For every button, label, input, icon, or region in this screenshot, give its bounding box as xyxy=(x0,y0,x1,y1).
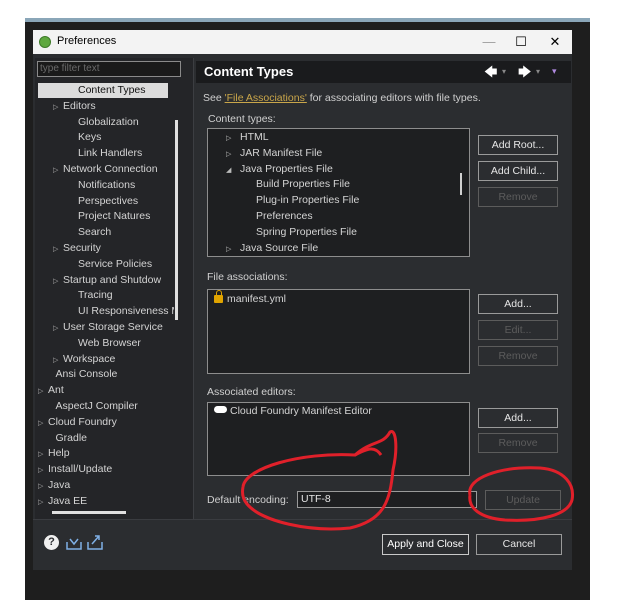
content-type-item[interactable]: Plug-in Properties File xyxy=(256,194,359,206)
pane-divider[interactable] xyxy=(193,58,194,520)
expand-arrow-icon[interactable]: ▷ xyxy=(226,150,240,158)
file-associations-list[interactable]: manifest.yml xyxy=(207,289,470,374)
top-accent-bar xyxy=(25,18,590,22)
expand-arrow-icon[interactable]: ▷ xyxy=(38,495,48,511)
expand-arrow-icon[interactable]: ◢ xyxy=(226,166,240,174)
content-type-item[interactable]: Build Properties File xyxy=(256,178,350,190)
tree-item[interactable]: Gradle xyxy=(46,430,88,446)
file-associations-link[interactable]: 'File Associations' xyxy=(225,92,307,104)
remove-editor-button[interactable]: Remove xyxy=(478,433,558,453)
tree-item[interactable]: ▷ Startup and Shutdow xyxy=(53,272,161,288)
tree-item[interactable]: Globalization xyxy=(68,114,139,130)
tree-item[interactable]: ▷ Network Connection xyxy=(53,161,158,177)
description-text: See 'File Associations' for associating … xyxy=(203,92,481,104)
filter-input[interactable]: type filter text xyxy=(37,61,181,77)
export-icon[interactable] xyxy=(86,533,104,551)
preference-tree: Content Types ▷ Editors Globalization Keys Li… xyxy=(38,82,174,512)
remove-content-type-button[interactable]: Remove xyxy=(478,187,558,207)
import-icon[interactable] xyxy=(65,535,83,551)
tree-vertical-scrollbar[interactable] xyxy=(175,120,178,320)
tree-item[interactable]: ▷ Workspace xyxy=(53,351,115,367)
forward-dropdown-icon[interactable]: ▾ xyxy=(536,67,540,76)
tree-item[interactable]: Web Browser xyxy=(68,335,141,351)
tree-item[interactable]: UI Responsiveness M xyxy=(68,303,174,319)
list-item[interactable]: manifest.yml xyxy=(214,290,286,305)
tree-item[interactable]: ▷ Cloud Foundry xyxy=(38,414,117,430)
forward-arrow-icon[interactable]: 🡆 xyxy=(518,63,531,85)
page-header: Content Types 🡄 ▾ 🡆 ▾ ▾ xyxy=(196,61,571,83)
tree-item[interactable]: ▷ Security xyxy=(53,240,101,256)
minimize-button[interactable]: — xyxy=(474,32,504,52)
content-types-tree[interactable]: ▷ HTML ▷ JAR Manifest File ◢ Java Properties … xyxy=(207,128,470,257)
back-arrow-icon[interactable]: 🡄 xyxy=(484,63,497,85)
tree-item[interactable]: Ansi Console xyxy=(46,366,118,382)
window-titlebar: Preferences — ☐ ✕ xyxy=(33,30,572,54)
content-types-scrollbar[interactable] xyxy=(460,173,462,195)
tree-item[interactable]: ▷ Java xyxy=(38,477,70,493)
content-type-item[interactable]: Preferences xyxy=(256,210,313,222)
content-type-item[interactable]: ▷ Java Source File xyxy=(226,242,318,254)
lock-icon xyxy=(214,290,223,303)
associated-editors-list[interactable]: Cloud Foundry Manifest Editor xyxy=(207,402,470,476)
help-icon[interactable]: ? xyxy=(44,535,59,550)
cancel-button[interactable]: Cancel xyxy=(476,534,562,555)
tree-item[interactable]: ▷ Java EE xyxy=(38,493,87,509)
back-dropdown-icon[interactable]: ▾ xyxy=(502,67,506,76)
expand-arrow-icon[interactable]: ▷ xyxy=(226,245,240,253)
add-file-association-button[interactable]: Add... xyxy=(478,294,558,314)
tree-item[interactable]: Link Handlers xyxy=(68,145,142,161)
expand-arrow-icon[interactable]: ▷ xyxy=(53,321,63,337)
file-associations-label: File associations: xyxy=(207,271,288,283)
page-title: Content Types xyxy=(204,64,294,79)
content-type-item[interactable]: ◢ Java Properties File xyxy=(226,163,333,175)
update-button[interactable]: Update xyxy=(485,490,561,510)
tree-item[interactable]: Tracing xyxy=(68,287,113,303)
tree-item[interactable]: Content Types xyxy=(68,82,146,98)
remove-file-association-button[interactable]: Remove xyxy=(478,346,558,366)
expand-arrow-icon[interactable]: ▷ xyxy=(53,242,63,258)
tree-item[interactable]: Keys xyxy=(68,129,101,145)
eclipse-app-icon xyxy=(39,36,51,48)
tree-horizontal-scrollbar[interactable] xyxy=(52,511,126,514)
tree-item[interactable]: Project Natures xyxy=(68,208,150,224)
add-root-button[interactable]: Add Root... xyxy=(478,135,558,155)
list-item[interactable]: Cloud Foundry Manifest Editor xyxy=(214,405,372,417)
content-type-item[interactable]: ▷ HTML xyxy=(226,131,269,143)
expand-arrow-icon[interactable]: ▷ xyxy=(226,134,240,142)
tree-item[interactable]: ▷ Editors xyxy=(53,98,96,114)
apply-and-close-button[interactable]: Apply and Close xyxy=(382,534,469,555)
tree-item[interactable]: Search xyxy=(68,224,111,240)
close-button[interactable]: ✕ xyxy=(540,32,570,52)
tree-item[interactable]: Service Policies xyxy=(68,256,152,272)
view-menu-icon[interactable]: ▾ xyxy=(552,66,557,77)
tree-item[interactable]: Perspectives xyxy=(68,193,138,209)
tree-item[interactable]: ▷ Ant xyxy=(38,382,64,398)
expand-arrow-icon[interactable]: ▷ xyxy=(53,100,63,116)
tree-item[interactable]: ▷ User Storage Service xyxy=(53,319,163,335)
associated-editors-label: Associated editors: xyxy=(207,386,296,398)
tree-item[interactable]: AspectJ Compiler xyxy=(46,398,138,414)
window-title: Preferences xyxy=(57,35,117,47)
content-type-item[interactable]: ▷ JAR Manifest File xyxy=(226,147,322,159)
content-type-item[interactable]: Spring Properties File xyxy=(256,226,357,238)
expand-arrow-icon[interactable]: ▷ xyxy=(53,163,63,179)
add-editor-button[interactable]: Add... xyxy=(478,408,558,428)
expand-arrow-icon[interactable]: ▷ xyxy=(53,274,63,290)
edit-file-association-button[interactable]: Edit... xyxy=(478,320,558,340)
tree-item[interactable]: ▷ Help xyxy=(38,445,70,461)
maximize-button[interactable]: ☐ xyxy=(506,32,536,52)
content-types-label: Content types: xyxy=(208,113,276,125)
default-encoding-input[interactable]: UTF-8 xyxy=(297,491,477,508)
default-encoding-label: Default encoding: xyxy=(207,494,289,506)
tree-item[interactable]: ▷ Install/Update xyxy=(38,461,112,477)
add-child-button[interactable]: Add Child... xyxy=(478,161,558,181)
cloud-icon xyxy=(214,406,227,413)
tree-item[interactable]: Notifications xyxy=(68,177,135,193)
